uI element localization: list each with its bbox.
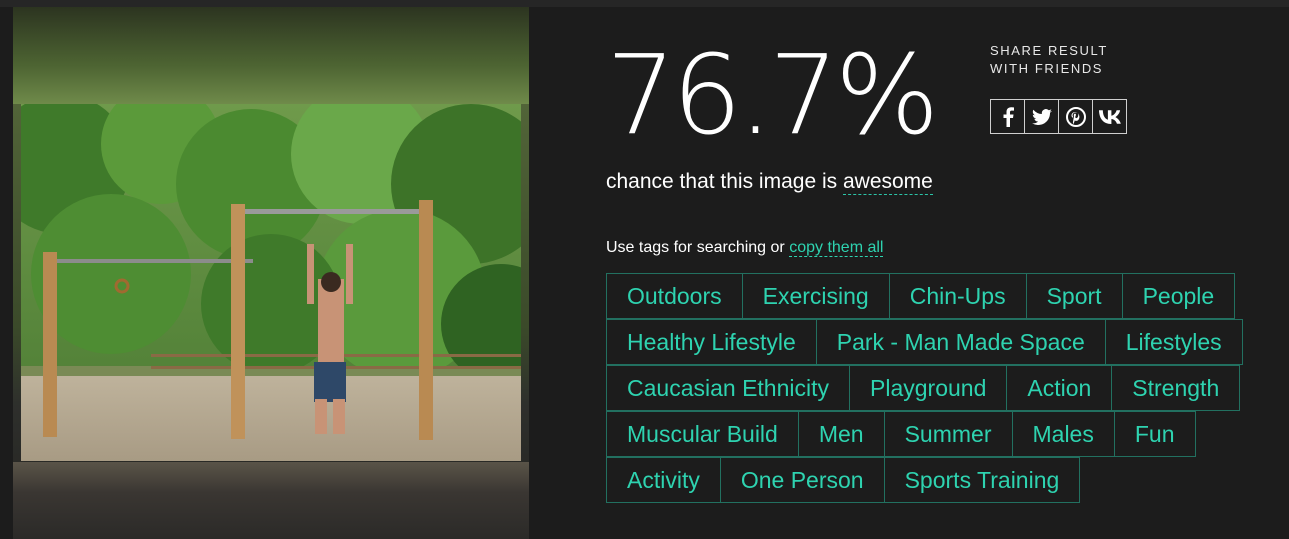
vk-share-button[interactable] [1092, 99, 1127, 134]
tag[interactable]: Exercising [741, 273, 890, 319]
share-buttons [990, 99, 1127, 134]
tag[interactable]: Sports Training [883, 457, 1081, 503]
tag[interactable]: Males [1011, 411, 1115, 457]
tag[interactable]: Action [1006, 365, 1113, 411]
tag[interactable]: Muscular Build [606, 411, 799, 457]
tag[interactable]: Summer [883, 411, 1013, 457]
tags-intro-text: Use tags for searching or [606, 239, 790, 256]
tag-list: Outdoors Exercising Chin-Ups Sport Peopl… [606, 273, 1266, 503]
tag[interactable]: Lifestyles [1104, 319, 1243, 365]
twitter-share-button[interactable] [1024, 99, 1059, 134]
tag[interactable]: Outdoors [606, 273, 743, 319]
tags-intro: Use tags for searching or copy them all [606, 237, 884, 259]
facebook-icon [1003, 106, 1014, 127]
pinterest-icon [1065, 106, 1086, 127]
tag[interactable]: Healthy Lifestyle [606, 319, 817, 365]
result-caption-text: chance that this image is [606, 170, 843, 193]
copy-tags-link[interactable]: copy them all [789, 239, 884, 257]
tag-row: Outdoors Exercising Chin-Ups Sport Peopl… [606, 273, 1266, 319]
result-caption: chance that this image is awesome [606, 168, 933, 196]
tag[interactable]: One Person [719, 457, 885, 503]
tag[interactable]: Caucasian Ethnicity [606, 365, 850, 411]
vk-icon [1098, 109, 1121, 124]
tag-row: Activity One Person Sports Training [606, 457, 1266, 503]
top-strip [0, 0, 1289, 7]
pinterest-share-button[interactable] [1058, 99, 1093, 134]
share-title: SHARE RESULT WITH FRIENDS [990, 43, 1108, 76]
tag[interactable]: Fun [1113, 411, 1196, 457]
twitter-icon [1031, 108, 1052, 125]
tag-row: Muscular Build Men Summer Males Fun [606, 411, 1266, 457]
analyzed-photo [21, 104, 521, 461]
tag[interactable]: Playground [849, 365, 1008, 411]
tag[interactable]: Chin-Ups [888, 273, 1027, 319]
tag[interactable]: Sport [1025, 273, 1123, 319]
tag-row: Healthy Lifestyle Park - Man Made Space … [606, 319, 1266, 365]
tag[interactable]: Men [797, 411, 885, 457]
tag-row: Caucasian Ethnicity Playground Action St… [606, 365, 1266, 411]
tag[interactable]: People [1121, 273, 1236, 319]
tag[interactable]: Park - Man Made Space [815, 319, 1106, 365]
result-keyword[interactable]: awesome [842, 170, 933, 195]
facebook-share-button[interactable] [990, 99, 1025, 134]
tag[interactable]: Activity [606, 457, 721, 503]
tag[interactable]: Strength [1111, 365, 1241, 411]
awesomeness-score: 76.7% [606, 31, 939, 159]
